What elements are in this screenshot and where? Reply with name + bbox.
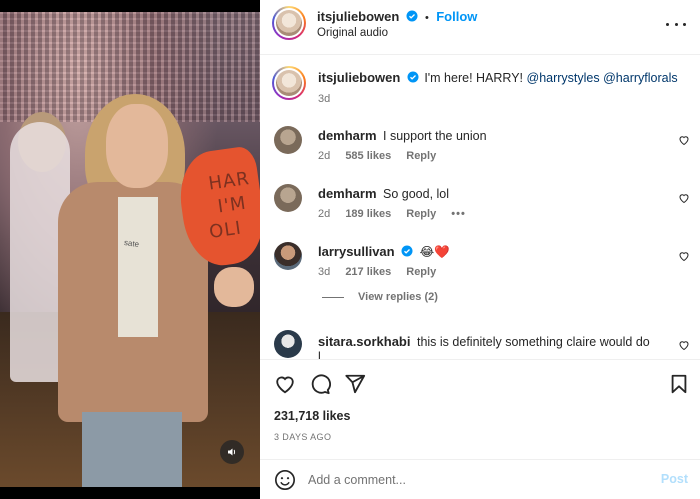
mention-link[interactable]: @harryflorals (603, 71, 678, 85)
woman-face (106, 104, 168, 188)
comment-age: 2d (318, 208, 331, 220)
woman-shirt: sate (118, 197, 158, 337)
caption-age: 3d (318, 93, 331, 105)
comment-likes[interactable]: 189 likes (345, 208, 391, 220)
commenter-avatar[interactable] (274, 184, 302, 212)
woman-jeans (82, 412, 182, 487)
comment-text: So good, lol (383, 187, 450, 201)
post-comment-button[interactable]: Post (661, 472, 688, 486)
author-avatar[interactable] (272, 6, 306, 40)
verified-badge-icon (406, 10, 418, 22)
caption-text: I'm here! HARRY! (424, 71, 527, 85)
audio-label[interactable]: Original audio (317, 27, 388, 39)
verified-badge-icon (401, 245, 413, 257)
sign-text-1: HAR (207, 167, 252, 195)
heart-icon[interactable] (678, 339, 690, 351)
comment-item: sitara.sorkhabi this is definitely somet… (260, 326, 700, 359)
video-frame: sate HAR I'M OLI (0, 12, 260, 487)
author-username[interactable]: itsjuliebowen (317, 9, 399, 24)
comment-item: demharm I support the union 2d 585 likes… (260, 122, 700, 174)
woman-hand (214, 267, 254, 307)
caption: itsjuliebowen I'm here! HARRY! @harrysty… (260, 56, 700, 116)
caption-avatar[interactable] (272, 66, 306, 100)
shirt-text: sate (123, 237, 140, 250)
comment-age: 2d (318, 150, 331, 162)
reply-button[interactable]: Reply (406, 150, 436, 162)
comment-text: this is definitely something claire woul… (416, 335, 650, 349)
post-video[interactable]: sate HAR I'M OLI (0, 0, 260, 499)
comment-text: 😂❤️ (419, 244, 450, 259)
heart-icon[interactable] (678, 192, 690, 204)
volume-icon[interactable] (220, 440, 244, 464)
comment-icon[interactable] (309, 373, 331, 395)
comment-item: demharm So good, lol 2d 189 likes Reply … (260, 180, 700, 232)
replies-divider (322, 297, 344, 298)
comment-likes[interactable]: 585 likes (345, 150, 391, 162)
add-comment-bar: Post (260, 459, 700, 499)
comment-options-icon[interactable]: ••• (451, 208, 466, 220)
sign-text-2: I'M (216, 192, 248, 218)
heart-icon[interactable] (678, 250, 690, 262)
more-horizontal-icon[interactable] (666, 16, 686, 32)
reply-button[interactable]: Reply (406, 266, 436, 278)
send-icon[interactable] (344, 373, 366, 395)
follow-button[interactable]: Follow (436, 9, 477, 24)
reply-button[interactable]: Reply (406, 208, 436, 220)
commenter-username[interactable]: sitara.sorkhabi (318, 334, 411, 349)
post-panel: itsjuliebowen • Follow Original audio it… (260, 0, 700, 499)
comment-age: 3d (318, 266, 331, 278)
heart-icon[interactable] (274, 373, 296, 395)
post-date: 3 DAYS AGO (274, 432, 332, 442)
verified-badge-icon (407, 71, 419, 83)
commenter-avatar[interactable] (274, 242, 302, 270)
post-actions: 231,718 likes 3 DAYS AGO (260, 359, 700, 459)
commenter-avatar[interactable] (274, 330, 302, 358)
view-replies-button[interactable]: View replies (2) (358, 291, 438, 303)
commenter-username[interactable]: demharm (318, 186, 377, 201)
heart-icon[interactable] (678, 134, 690, 146)
likes-count[interactable]: 231,718 likes (274, 409, 350, 423)
comment-text: I support the union (383, 129, 487, 143)
emoji-icon[interactable] (274, 469, 296, 491)
comment-item: larrysullivan 😂❤️ 3d 217 likes Reply Vie… (260, 238, 700, 318)
comment-overflow-text: l... (318, 350, 332, 359)
comments-list[interactable]: itsjuliebowen I'm here! HARRY! @harrysty… (260, 56, 700, 359)
caption-username[interactable]: itsjuliebowen (318, 70, 400, 85)
comment-input[interactable] (308, 469, 648, 491)
commenter-avatar[interactable] (274, 126, 302, 154)
commenter-username[interactable]: demharm (318, 128, 377, 143)
comment-likes[interactable]: 217 likes (345, 266, 391, 278)
sign-text-3: OLI (207, 217, 244, 243)
header-separator: • (425, 12, 429, 24)
mention-link[interactable]: @harrystyles (527, 71, 600, 85)
post-header: itsjuliebowen • Follow Original audio (260, 0, 700, 55)
commenter-username[interactable]: larrysullivan (318, 244, 395, 259)
bookmark-icon[interactable] (668, 373, 690, 395)
